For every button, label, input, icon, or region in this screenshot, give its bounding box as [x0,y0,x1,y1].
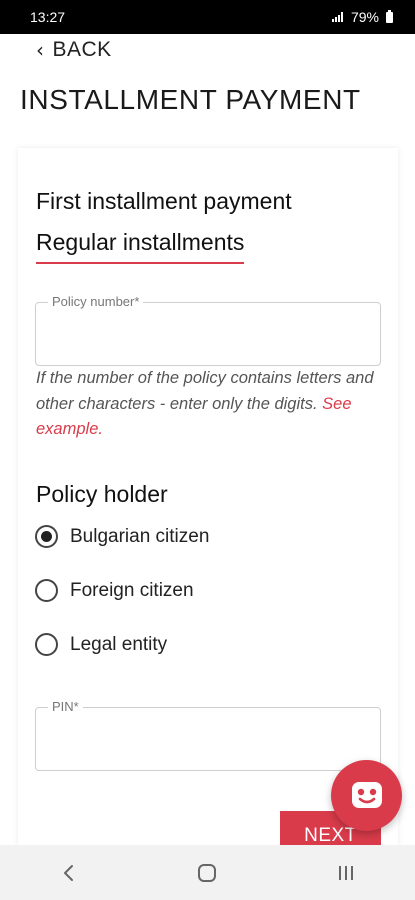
first-installment-option[interactable]: First installment payment [36,188,292,215]
nav-back-button[interactable] [39,853,99,893]
status-indicators: 79% [331,9,393,25]
chevron-left-icon: ‹ [36,38,45,62]
battery-level: 79% [350,9,379,25]
nav-home-button[interactable] [177,853,237,893]
status-bar: 13:27 79% [0,0,415,34]
battery-icon [386,9,393,23]
pin-field[interactable]: PIN* [35,699,381,771]
nav-recents-icon [338,865,353,880]
policy-number-field[interactable]: Policy number* [35,294,381,366]
regular-installments-option[interactable]: Regular installments [36,229,245,264]
back-button[interactable]: ‹ BACK [36,38,112,62]
radio-unchecked-icon [35,633,58,656]
radio-checked-icon [35,525,58,548]
pin-input[interactable] [50,730,366,760]
status-time: 13:27 [30,9,66,25]
chatbot-icon [351,781,382,808]
chat-fab-button[interactable] [331,760,402,831]
radio-foreign-citizen[interactable]: Foreign citizen [35,579,194,602]
back-label: BACK [52,38,112,61]
radio-legal-entity[interactable]: Legal entity [35,633,167,656]
policy-number-input[interactable] [50,325,366,355]
radio-label: Legal entity [70,633,168,655]
nav-back-icon [64,864,74,881]
radio-unchecked-icon [35,579,58,602]
system-nav-bar [0,845,415,900]
pin-label: PIN* [48,699,83,714]
policy-number-hint: If the number of the policy contains let… [36,366,386,443]
radio-label: Bulgarian citizen [70,525,210,547]
page-title: INSTALLMENT PAYMENT [20,84,361,115]
radio-bulgarian-citizen[interactable]: Bulgarian citizen [35,525,209,548]
radio-label: Foreign citizen [70,579,194,601]
nav-home-icon [198,863,217,882]
signal-icon [331,12,343,22]
nav-recents-button[interactable] [316,853,376,893]
policy-number-label: Policy number* [48,294,144,309]
policy-holder-title: Policy holder [36,481,168,507]
